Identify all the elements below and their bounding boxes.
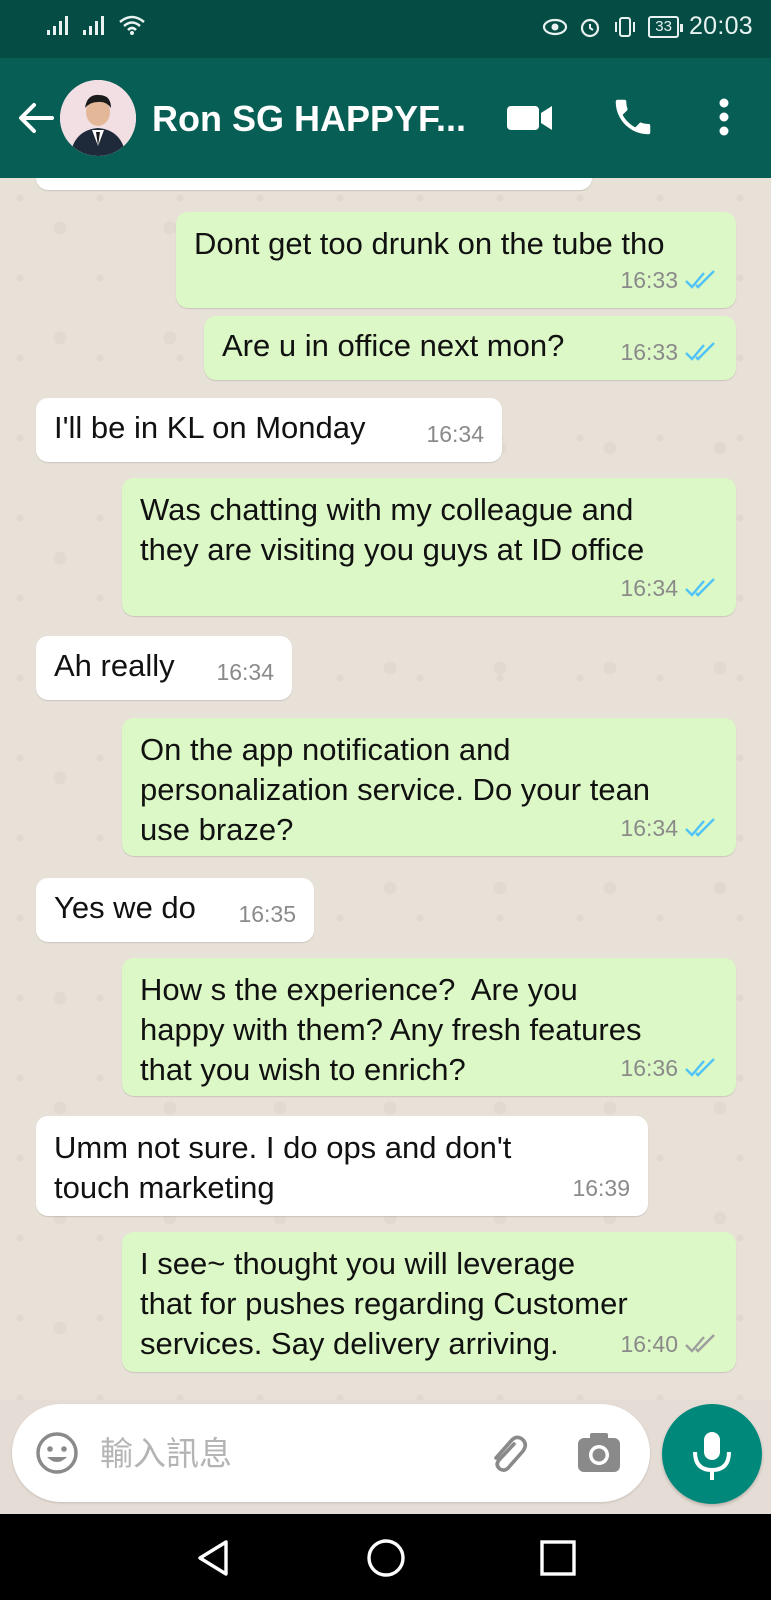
read-ticks-icon	[685, 578, 715, 597]
message-text: I'll be in KL on Monday	[54, 410, 366, 445]
message-meta: 16:40	[620, 1324, 718, 1364]
phone-icon	[615, 99, 651, 135]
message-meta: 16:35	[238, 894, 296, 934]
message-meta: 16:34	[620, 568, 718, 608]
nav-recents-button[interactable]	[534, 1534, 582, 1582]
emoji-button[interactable]	[34, 1430, 80, 1476]
message-text: How s the experience? Are you happy with…	[140, 972, 642, 1087]
message-bubble[interactable]: Was chatting with my colleague and they …	[122, 478, 736, 616]
vibrate-icon	[615, 16, 636, 37]
message-time: 16:33	[620, 339, 678, 365]
back-arrow-icon	[19, 103, 54, 133]
eye-icon	[543, 18, 568, 35]
alarm-icon	[581, 18, 600, 37]
avatar[interactable]	[60, 80, 136, 156]
message-time: 16:34	[426, 421, 484, 447]
camera-icon	[578, 1433, 620, 1472]
message-time: 16:40	[620, 1331, 678, 1357]
nav-back-button[interactable]	[190, 1534, 238, 1582]
status-bar: 33 20:03	[0, 0, 771, 58]
message-bubble[interactable]: How s the experience? Are you happy with…	[122, 958, 736, 1096]
attach-button[interactable]	[484, 1430, 532, 1478]
nav-home-button[interactable]	[362, 1534, 410, 1582]
voice-message-button[interactable]	[662, 1404, 762, 1504]
message-time: 16:35	[238, 901, 296, 927]
message-meta: 16:34	[426, 414, 484, 454]
message-text: Are u in office next mon?	[222, 328, 565, 363]
camera-button[interactable]	[576, 1432, 622, 1474]
read-ticks-icon	[685, 1058, 715, 1077]
chat-header: Ron SG HAPPYF...	[0, 58, 771, 178]
wifi-icon	[119, 15, 145, 35]
message-time: 16:33	[620, 267, 678, 293]
message-meta: 16:33	[620, 332, 718, 372]
message-time: 16:34	[620, 815, 678, 841]
battery-level: 33	[648, 15, 683, 38]
more-options-button[interactable]	[706, 94, 742, 140]
message-bubble[interactable]: Dont get too drunk on the tube tho 16:33	[176, 212, 736, 308]
message-text: On the app notification and personalizat…	[140, 732, 651, 847]
message-text: Yes we do	[54, 890, 196, 925]
message-bubble[interactable]: Yes we do 16:35	[36, 878, 314, 942]
video-call-icon	[507, 106, 552, 130]
message-text: Was chatting with my colleague and they …	[140, 492, 645, 567]
message-composer	[12, 1404, 650, 1502]
message-meta: 16:34	[620, 808, 718, 848]
message-bubble[interactable]: Ah really 16:34	[36, 636, 292, 700]
message-meta: 16:36	[620, 1048, 718, 1088]
read-ticks-icon	[685, 818, 715, 837]
message-text: Umm not sure. I do ops and don't touch m…	[54, 1130, 512, 1205]
contact-name[interactable]: Ron SG HAPPYF...	[152, 98, 482, 140]
message-bubble[interactable]: I see~ thought you will leverage that fo…	[122, 1232, 736, 1372]
status-right: 33 20:03	[542, 12, 753, 41]
nav-back-icon	[198, 1540, 228, 1576]
message-input[interactable]	[100, 1426, 480, 1480]
read-ticks-icon	[685, 270, 715, 289]
message-meta: 16:34	[216, 652, 274, 692]
signal-indicators	[46, 14, 146, 36]
mic-icon	[693, 1432, 731, 1480]
message-time: 16:34	[216, 659, 274, 685]
message-time: 16:34	[620, 575, 678, 601]
clock: 20:03	[688, 12, 753, 40]
system-nav-bar	[0, 1514, 771, 1600]
delivered-ticks-icon	[685, 1334, 715, 1353]
message-list[interactable]: Dont get too drunk on the tube tho 16:33…	[0, 178, 771, 1400]
voice-call-button[interactable]	[610, 94, 656, 140]
signal-icon	[47, 16, 68, 35]
read-ticks-icon	[685, 342, 715, 361]
message-bubble[interactable]: On the app notification and personalizat…	[122, 718, 736, 856]
emoji-icon	[36, 1432, 78, 1474]
nav-recents-icon	[540, 1540, 576, 1576]
message-meta: 16:33	[620, 260, 718, 300]
message-text: I see~ thought you will leverage that fo…	[140, 1246, 628, 1361]
signal-icon-2	[83, 16, 104, 35]
message-time: 16:36	[620, 1055, 678, 1081]
message-partial-top	[36, 178, 592, 190]
avatar-photo	[60, 80, 136, 156]
message-bubble[interactable]: Are u in office next mon? 16:33	[204, 316, 736, 380]
more-options-icon	[719, 98, 729, 136]
message-bubble[interactable]: Umm not sure. I do ops and don't touch m…	[36, 1116, 648, 1216]
attach-icon	[494, 1435, 528, 1472]
message-time: 16:39	[572, 1175, 630, 1201]
message-meta: 16:39	[572, 1168, 630, 1208]
video-call-button[interactable]	[505, 98, 555, 138]
message-text: Ah really	[54, 648, 175, 683]
nav-home-icon	[367, 1539, 405, 1577]
back-button[interactable]	[14, 96, 58, 140]
message-bubble[interactable]: I'll be in KL on Monday 16:34	[36, 398, 502, 462]
message-text: Dont get too drunk on the tube tho	[194, 226, 665, 261]
